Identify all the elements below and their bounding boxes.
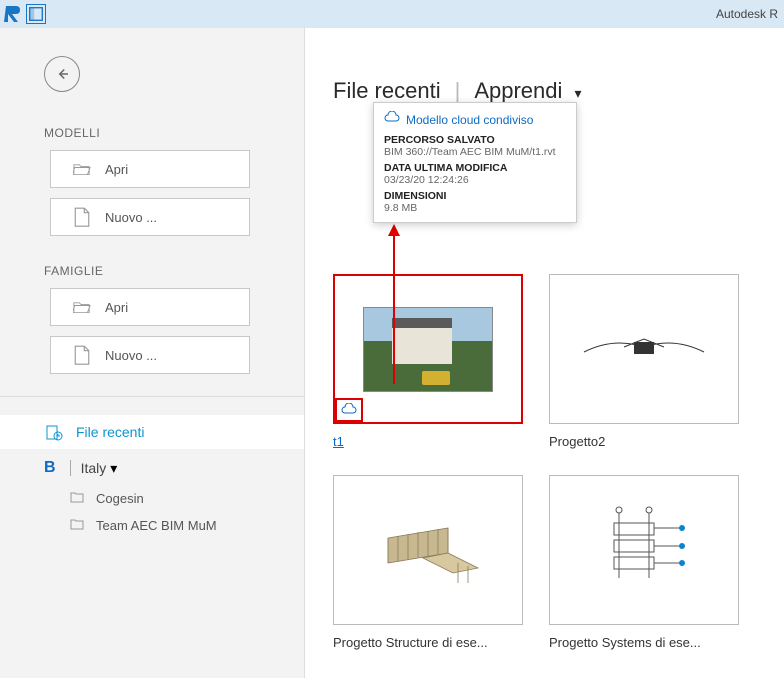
project-team-aec[interactable]: Team AEC BIM MuM bbox=[0, 512, 304, 539]
tooltip-path-label: PERCORSO SALVATO bbox=[384, 134, 566, 146]
thumbnail bbox=[333, 475, 523, 625]
tab-learn[interactable]: Apprendi ▾ bbox=[474, 78, 581, 104]
recent-files-icon bbox=[44, 423, 64, 441]
house-preview bbox=[363, 307, 493, 392]
bim360-region-selector[interactable]: B Italy ▾ bbox=[0, 449, 304, 485]
thumbnail bbox=[333, 274, 523, 424]
tooltip-date-value: 03/23/20 12:24:26 bbox=[384, 174, 566, 186]
project-cogesin[interactable]: Cogesin bbox=[0, 485, 304, 512]
systems-preview bbox=[564, 498, 724, 603]
tooltip-path-value: BIM 360://Team AEC BIM MuM/t1.rvt bbox=[384, 146, 566, 158]
roof-preview bbox=[564, 297, 724, 402]
tooltip-title: Modello cloud condiviso bbox=[406, 113, 533, 127]
tab-separator: | bbox=[455, 78, 461, 104]
models-section-label: MODELLI bbox=[44, 126, 304, 140]
models-open-label: Apri bbox=[105, 162, 128, 177]
models-open-button[interactable]: Apri bbox=[50, 150, 250, 188]
tooltip-date-label: DATA ULTIMA MODIFICA bbox=[384, 162, 566, 174]
divider bbox=[0, 396, 304, 397]
models-new-button[interactable]: Nuovo ... bbox=[50, 198, 250, 236]
region-label: Italy bbox=[70, 460, 107, 476]
families-open-button[interactable]: Apri bbox=[50, 288, 250, 326]
families-new-button[interactable]: Nuovo ... bbox=[50, 336, 250, 374]
structure-preview bbox=[348, 498, 508, 603]
card-title: Progetto Structure di ese... bbox=[333, 635, 523, 650]
project-label: Cogesin bbox=[96, 491, 144, 506]
sidebar: MODELLI Apri Nuovo ... FAMIGLIE Apri Nuo… bbox=[0, 28, 305, 678]
app-title: Autodesk R bbox=[716, 7, 778, 21]
thumbnail bbox=[549, 274, 739, 424]
card-systems[interactable]: Progetto Systems di ese... bbox=[549, 475, 739, 650]
card-structure[interactable]: Progetto Structure di ese... bbox=[333, 475, 523, 650]
folder-open-icon bbox=[73, 162, 91, 176]
thumbnail bbox=[549, 475, 739, 625]
card-title[interactable]: t1 bbox=[333, 434, 523, 449]
tabs: File recenti | Apprendi ▾ bbox=[333, 78, 774, 104]
annotation-arrow bbox=[393, 234, 395, 384]
back-button[interactable] bbox=[44, 56, 80, 92]
models-new-label: Nuovo ... bbox=[105, 210, 157, 225]
cloud-model-icon bbox=[384, 111, 400, 128]
tab-learn-label: Apprendi bbox=[474, 78, 562, 103]
tab-recent-files[interactable]: File recenti bbox=[333, 78, 441, 104]
card-t1[interactable]: t1 bbox=[333, 274, 523, 449]
card-title: Progetto2 bbox=[549, 434, 739, 449]
tooltip-size-value: 9.8 MB bbox=[384, 202, 566, 214]
cloud-model-badge bbox=[335, 398, 363, 422]
chevron-down-icon: ▾ bbox=[575, 85, 582, 101]
folder-icon bbox=[70, 518, 86, 533]
document-new-icon bbox=[73, 348, 91, 362]
families-section-label: FAMIGLIE bbox=[44, 264, 304, 278]
revit-logo-icon bbox=[4, 4, 24, 24]
folder-icon bbox=[70, 491, 86, 506]
nav-recent-files[interactable]: File recenti bbox=[0, 415, 304, 449]
home-view-icon[interactable] bbox=[26, 4, 46, 24]
card-title: Progetto Systems di ese... bbox=[549, 635, 739, 650]
families-open-label: Apri bbox=[105, 300, 128, 315]
tooltip: Modello cloud condiviso PERCORSO SALVATO… bbox=[373, 102, 577, 223]
title-bar: Autodesk R bbox=[0, 0, 784, 28]
nav-recent-files-label: File recenti bbox=[76, 424, 144, 440]
folder-open-icon bbox=[73, 300, 91, 314]
document-new-icon bbox=[73, 210, 91, 224]
families-new-label: Nuovo ... bbox=[105, 348, 157, 363]
bim360-icon: B bbox=[44, 459, 56, 477]
card-progetto2[interactable]: Progetto2 bbox=[549, 274, 739, 449]
recent-grid: t1 Progetto2 Progetto Structure di ese..… bbox=[333, 274, 774, 650]
chevron-down-icon: ▾ bbox=[110, 460, 117, 477]
project-label: Team AEC BIM MuM bbox=[96, 518, 217, 533]
tooltip-size-label: DIMENSIONI bbox=[384, 190, 566, 202]
